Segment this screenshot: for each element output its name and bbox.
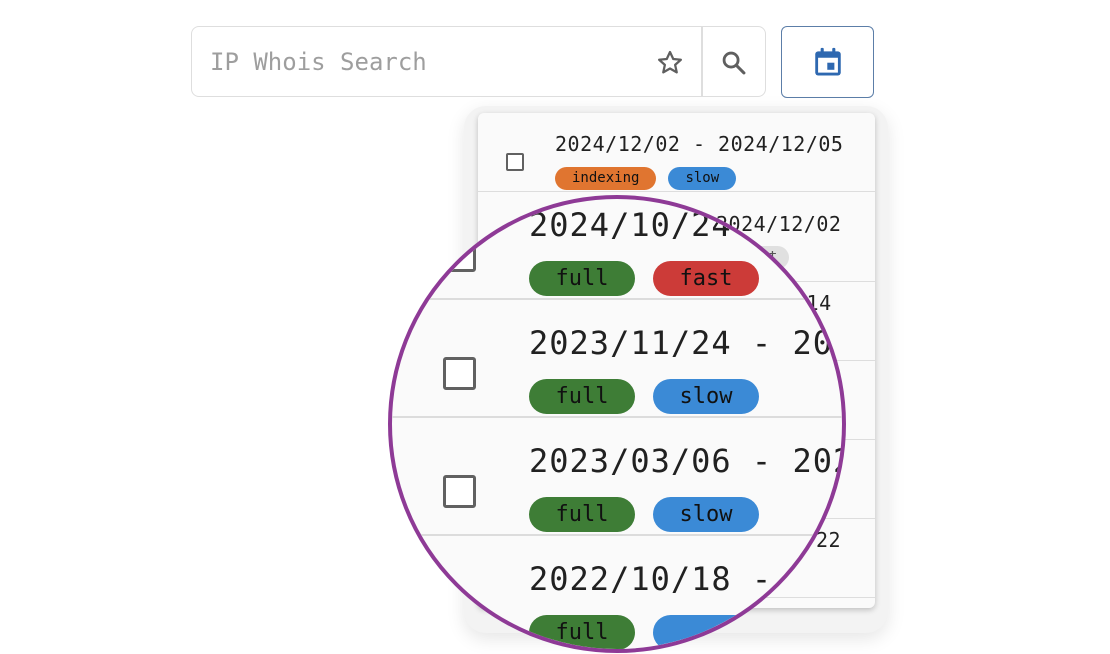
date-range-text: 2023/03/06 - 2023 xyxy=(529,442,846,480)
calendar-icon xyxy=(814,47,841,76)
tag-slow: slow xyxy=(653,497,759,532)
tag-full: full xyxy=(529,379,635,414)
tag-full: full xyxy=(529,497,635,532)
calendar-button[interactable] xyxy=(781,26,874,98)
row-checkbox[interactable] xyxy=(443,475,476,508)
tag-list: full slow xyxy=(529,379,759,414)
date-range-text: 2022/10/18 - xyxy=(529,560,773,598)
magnified-row[interactable]: 2024/10/24 - full fast xyxy=(392,199,842,300)
tag-full: full xyxy=(529,261,635,296)
row-checkbox[interactable] xyxy=(443,357,476,390)
date-range-text: 2023/11/24 - 2023 xyxy=(529,324,846,362)
magnified-row[interactable]: 2022/10/18 - full xyxy=(392,534,842,649)
search-box xyxy=(191,26,766,97)
tag-indexing: indexing xyxy=(555,167,657,190)
date-range-text: 2024/12/02 - 2024/12/05 xyxy=(555,132,844,156)
magnifier-lens: 2024/10/24 - full fast 2023/11/24 - 2023… xyxy=(388,195,846,653)
tag-slow: slow xyxy=(668,167,737,190)
date-range-row[interactable]: 2024/12/02 - 2024/12/05 indexing slow xyxy=(478,113,875,192)
tag-full: full xyxy=(529,615,635,649)
search-divider xyxy=(701,27,703,96)
magnified-row[interactable]: 2023/11/24 - 2023 full slow xyxy=(392,298,846,418)
date-range-text: 2024/10/24 - xyxy=(529,206,773,244)
tag-list: indexing slow xyxy=(555,167,737,190)
tag-list: full fast xyxy=(529,261,759,296)
row-checkbox[interactable] xyxy=(443,239,476,272)
row-checkbox[interactable] xyxy=(506,153,524,171)
search-input[interactable] xyxy=(210,27,640,96)
favorite-button[interactable] xyxy=(650,43,690,83)
tag-list: full xyxy=(529,615,759,649)
search-button[interactable] xyxy=(714,43,754,83)
tag-list: full slow xyxy=(529,497,759,532)
star-outline-icon xyxy=(658,50,682,74)
tag-slow: slow xyxy=(653,379,759,414)
magnified-row[interactable]: 2023/03/06 - 2023 full slow xyxy=(392,416,846,536)
tag-slow xyxy=(653,615,759,649)
search-icon xyxy=(722,51,746,75)
tag-fast: fast xyxy=(653,261,759,296)
